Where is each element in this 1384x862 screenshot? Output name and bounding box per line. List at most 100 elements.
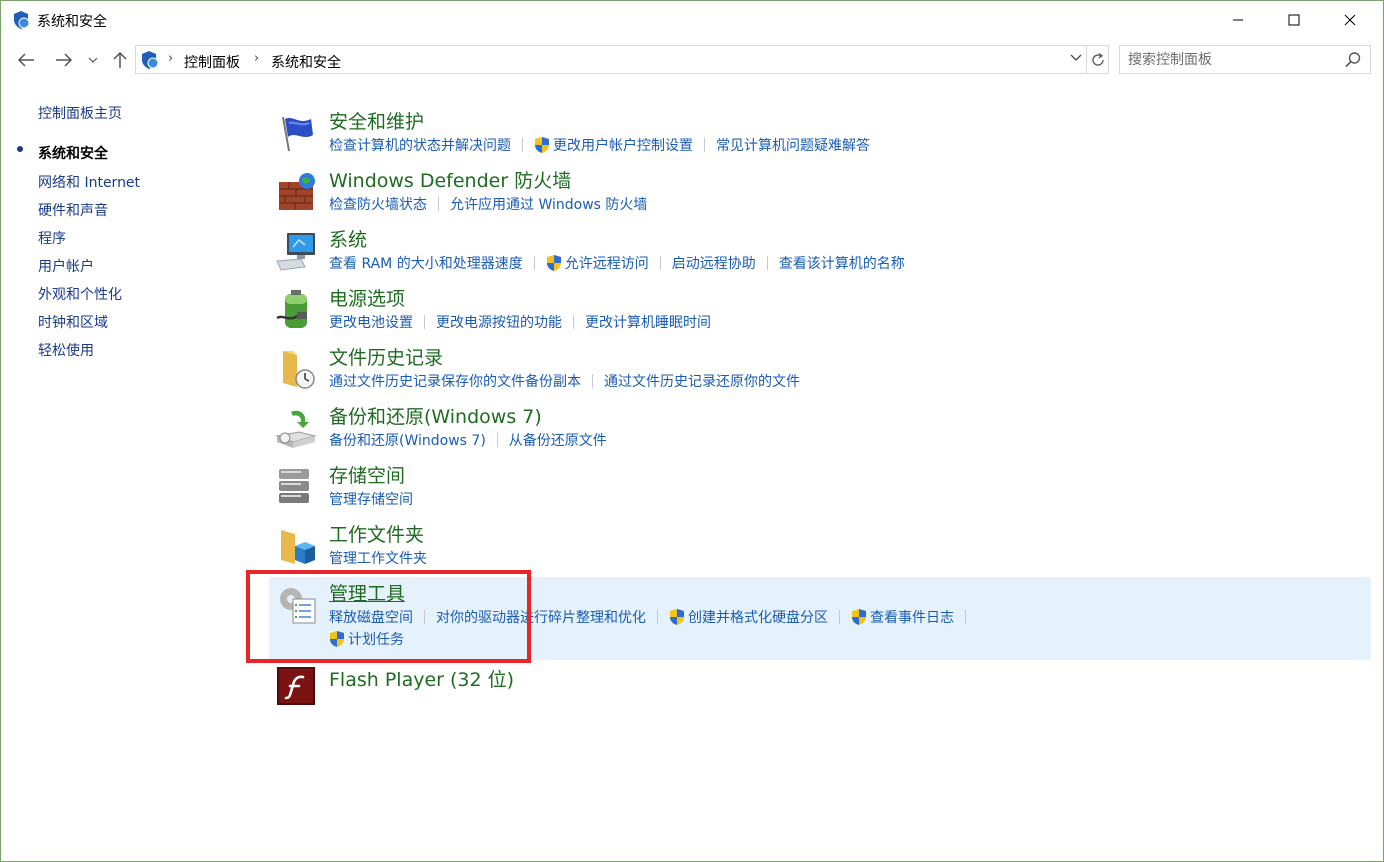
address-dropdown-icon[interactable]: [1070, 51, 1082, 65]
category-firewall: Windows Defender 防火墙 检查防火墙状态 允许应用通过 Windo…: [271, 166, 1371, 220]
category-title[interactable]: 文件历史记录: [329, 343, 443, 370]
control-panel-icon: [142, 51, 159, 69]
firewall-icon: [279, 173, 315, 210]
category-title[interactable]: 系统: [329, 225, 367, 252]
category-title[interactable]: 存储空间: [329, 461, 405, 488]
category-links: 管理工作文件夹: [329, 548, 427, 568]
arrow-right-icon: [56, 53, 73, 67]
category-links: 管理存储空间: [329, 489, 413, 509]
uac-shield-icon: [535, 137, 549, 153]
uac-shield-icon: [670, 609, 684, 625]
arrow-left-icon: [17, 53, 34, 67]
chevron-right-icon[interactable]: ›: [168, 51, 173, 66]
minimize-icon: [1233, 19, 1243, 21]
link-manage-storage[interactable]: 管理存储空间: [329, 489, 413, 509]
forward-button[interactable]: [53, 49, 75, 71]
category-flash-player: Flash Player (32 位): [271, 665, 1371, 705]
divider: [965, 610, 966, 624]
divider: [657, 610, 658, 624]
leftnav-hardware-sound[interactable]: 硬件和声音: [38, 200, 108, 220]
divider: [573, 315, 574, 329]
link-computer-name[interactable]: 查看该计算机的名称: [779, 253, 905, 273]
link-event-logs[interactable]: 查看事件日志: [870, 607, 954, 627]
close-icon: [1344, 14, 1356, 26]
link-remote-access[interactable]: 允许远程访问: [565, 253, 649, 273]
leftnav-control-panel-home[interactable]: 控制面板主页: [38, 103, 122, 123]
search-icon[interactable]: [1344, 51, 1362, 69]
category-links: 检查计算机的状态并解决问题 更改用户帐户控制设置 常见计算机问题疑难解答: [329, 135, 870, 155]
minimize-button[interactable]: [1215, 1, 1261, 39]
divider: [766, 256, 768, 270]
divider: [496, 433, 498, 447]
category-links: 更改电池设置 更改电源按钮的功能 更改计算机睡眠时间: [329, 312, 711, 332]
uac-shield-icon: [546, 255, 561, 271]
link-uac-settings[interactable]: 更改用户帐户控制设置: [553, 135, 693, 155]
breadcrumb-control-panel[interactable]: 控制面板: [184, 52, 240, 72]
divider: [438, 197, 439, 211]
file-history-icon: [283, 351, 315, 389]
category-title[interactable]: 电源选项: [329, 284, 405, 311]
arrow-up-icon: [113, 51, 127, 68]
leftnav-clock-region[interactable]: 时钟和区域: [38, 312, 108, 332]
annotation-highlight-box: [246, 570, 531, 663]
divider: [659, 256, 661, 270]
search-box[interactable]: [1119, 45, 1371, 74]
leftnav-appearance[interactable]: 外观和个性化: [38, 284, 122, 304]
category-title[interactable]: 工作文件夹: [329, 520, 424, 547]
category-links: 检查防火墙状态 允许应用通过 Windows 防火墙: [329, 194, 647, 214]
link-manage-work-folders[interactable]: 管理工作文件夹: [329, 548, 427, 568]
leftnav-programs[interactable]: 程序: [38, 228, 66, 248]
link-firewall-status[interactable]: 检查防火墙状态: [329, 194, 427, 214]
maximize-button[interactable]: [1271, 1, 1317, 39]
link-allow-app[interactable]: 允许应用通过 Windows 防火墙: [450, 194, 647, 214]
breadcrumb-system-security[interactable]: 系统和安全: [271, 52, 341, 72]
current-item-bullet: [17, 146, 23, 152]
window-title: 系统和安全: [37, 14, 107, 30]
chevron-right-icon[interactable]: ›: [254, 51, 259, 66]
category-power-options: 电源选项 更改电池设置 更改电源按钮的功能 更改计算机睡眠时间: [271, 284, 1371, 338]
back-button[interactable]: [15, 49, 37, 71]
leftnav-user-accounts[interactable]: 用户帐户: [38, 256, 94, 276]
recent-locations-button[interactable]: [85, 49, 101, 71]
divider: [592, 374, 593, 388]
computer-icon: [276, 233, 315, 271]
shield-app-icon: [14, 11, 30, 29]
close-button[interactable]: [1327, 1, 1373, 39]
leftnav-ease-of-access[interactable]: 轻松使用: [38, 340, 94, 360]
leftnav-system-security[interactable]: 系统和安全: [38, 143, 108, 163]
security-flag-icon: [282, 116, 313, 152]
category-title[interactable]: Windows Defender 防火墙: [329, 166, 571, 193]
category-security-maintenance: 安全和维护 检查计算机的状态并解决问题 更改用户帐户控制设置 常见计算机问题疑难解答: [271, 107, 1371, 161]
category-title[interactable]: 备份和还原(Windows 7): [329, 402, 542, 429]
chevron-down-icon: [88, 57, 98, 63]
link-format-partitions[interactable]: 创建并格式化硬盘分区: [688, 607, 828, 627]
link-remote-assistance[interactable]: 启动远程协助: [672, 253, 756, 273]
address-bar[interactable]: › 控制面板 › 系统和安全: [135, 45, 1087, 74]
category-title[interactable]: 安全和维护: [329, 107, 424, 134]
divider: [522, 138, 523, 152]
link-restore-files[interactable]: 通过文件历史记录还原你的文件: [604, 371, 800, 391]
link-view-ram[interactable]: 查看 RAM 的大小和处理器速度: [329, 253, 523, 273]
link-sleep-time[interactable]: 更改计算机睡眠时间: [585, 312, 711, 332]
refresh-button[interactable]: [1087, 45, 1109, 74]
link-battery-settings[interactable]: 更改电池设置: [329, 312, 413, 332]
link-restore-from-backup[interactable]: 从备份还原文件: [509, 430, 607, 450]
divider: [704, 138, 705, 152]
link-check-status[interactable]: 检查计算机的状态并解决问题: [329, 135, 511, 155]
category-links: 备份和还原(Windows 7) 从备份还原文件: [329, 430, 607, 450]
search-input[interactable]: [1128, 50, 1338, 70]
category-work-folders: 工作文件夹 管理工作文件夹: [271, 520, 1371, 574]
link-troubleshoot[interactable]: 常见计算机问题疑难解答: [716, 135, 870, 155]
control-panel-window: 系统和安全 › 控制面板 › 系统和安全 搜索控制面板 控制面板主页 系统和安全…: [0, 0, 1384, 862]
title-bar[interactable]: 系统和安全: [1, 1, 1383, 39]
category-title[interactable]: Flash Player (32 位): [329, 665, 514, 692]
link-backup-restore[interactable]: 备份和还原(Windows 7): [329, 430, 486, 450]
storage-icon: [279, 469, 309, 503]
leftnav-network-internet[interactable]: 网络和 Internet: [38, 172, 140, 192]
link-save-backup[interactable]: 通过文件历史记录保存你的文件备份副本: [329, 371, 581, 391]
divider: [424, 315, 425, 329]
backup-icon: [275, 410, 317, 448]
link-power-button[interactable]: 更改电源按钮的功能: [436, 312, 562, 332]
category-links: 查看 RAM 的大小和处理器速度 允许远程访问 启动远程协助 查看该计算机的名称: [329, 253, 905, 273]
up-button[interactable]: [109, 49, 131, 71]
